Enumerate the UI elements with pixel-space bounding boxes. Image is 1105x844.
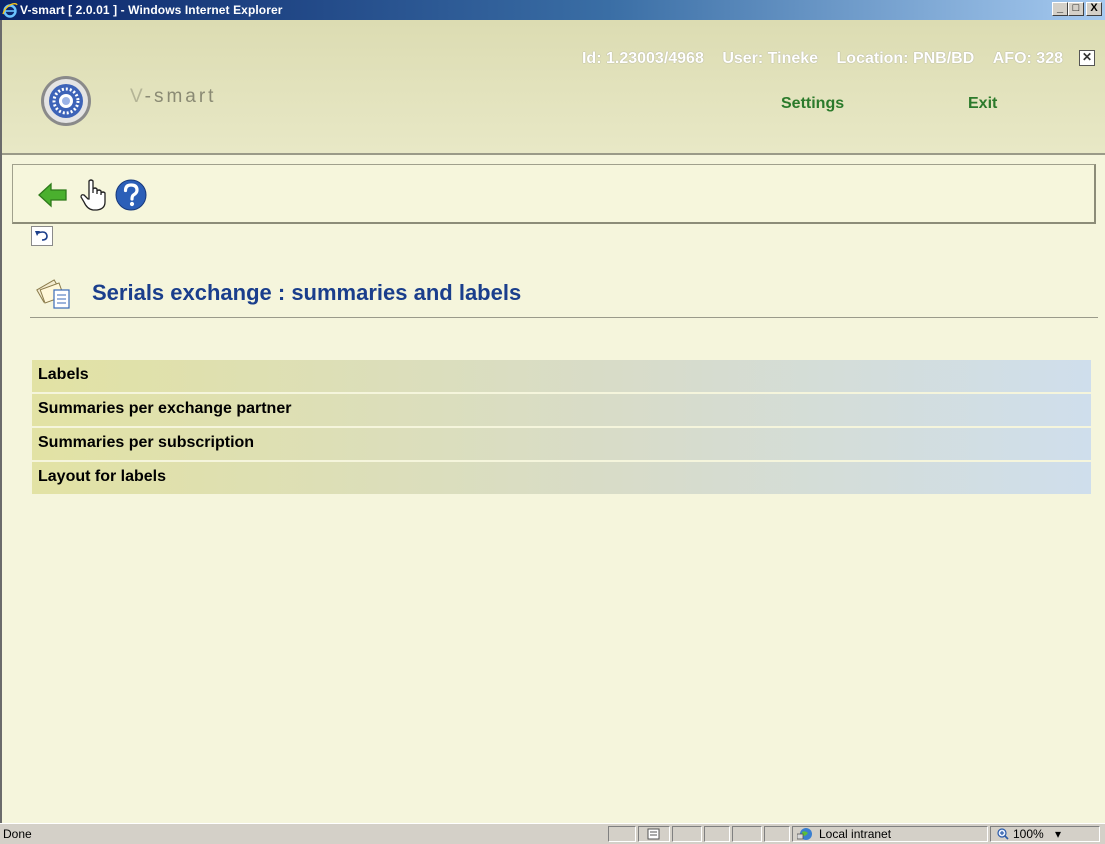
status-bar: Done Local intranet 100% ▾ — [0, 823, 1105, 844]
globe-intranet-icon — [796, 828, 812, 840]
brand-rest: -smart — [144, 86, 217, 107]
maximize-button[interactable]: □ — [1068, 2, 1084, 16]
window-title-bar: V-smart [ 2.0.01 ] - Windows Internet Ex… — [0, 0, 1105, 20]
status-cell — [732, 826, 762, 842]
menu-item-summaries-per-subscription[interactable]: Summaries per subscription — [32, 428, 1091, 460]
hand-pointer-icon[interactable] — [75, 177, 111, 213]
brand-name: V-smart — [130, 86, 216, 108]
back-arrow-icon[interactable] — [35, 177, 71, 213]
settings-link[interactable]: Settings — [781, 95, 844, 113]
minimize-button[interactable]: _ — [1052, 2, 1068, 16]
session-afo: AFO: 328 — [992, 50, 1063, 67]
session-user: User: Tineke — [722, 50, 819, 67]
close-session-icon[interactable]: ✕ — [1079, 50, 1095, 66]
status-cell — [608, 826, 636, 842]
status-page-cell — [638, 826, 670, 842]
status-text: Done — [3, 827, 32, 841]
vsmart-logo — [41, 76, 91, 126]
zoom-value: 100% — [1013, 827, 1044, 841]
toolbar — [12, 164, 1096, 224]
internet-explorer-icon — [2, 3, 18, 18]
session-id: Id: 1.23003/4968 — [581, 50, 704, 67]
app-header: Id: 1.23003/4968 User: Tineke Location: … — [2, 20, 1105, 155]
status-cell — [704, 826, 730, 842]
zoom-level[interactable]: 100% ▾ — [1013, 827, 1061, 841]
window-title: V-smart [ 2.0.01 ] - Windows Internet Ex… — [20, 3, 283, 17]
session-location: Location: PNB/BD — [836, 50, 975, 67]
zoom-icon — [997, 828, 1009, 840]
close-window-button[interactable]: X — [1086, 2, 1102, 16]
session-info: Id: 1.23003/4968 User: Tineke Location: … — [568, 50, 1063, 68]
page-title: Serials exchange : summaries and labels — [92, 280, 522, 305]
title-divider — [30, 317, 1098, 318]
undo-icon — [35, 231, 48, 241]
status-cell — [764, 826, 790, 842]
menu-item-labels[interactable]: Labels — [32, 360, 1091, 392]
page-status-icon — [647, 828, 660, 840]
exit-link[interactable]: Exit — [968, 95, 997, 113]
undo-button[interactable] — [31, 226, 53, 246]
serials-document-icon — [36, 279, 70, 309]
security-zone-label: Local intranet — [819, 827, 892, 841]
menu-item-summaries-per-exchange-partner[interactable]: Summaries per exchange partner — [32, 394, 1091, 426]
help-icon[interactable] — [113, 177, 149, 213]
menu-item-layout-for-labels[interactable]: Layout for labels — [32, 462, 1091, 494]
zoom-dropdown-caret[interactable]: ▾ — [1055, 827, 1061, 841]
status-cell — [672, 826, 702, 842]
brand-prefix: V — [130, 86, 145, 107]
